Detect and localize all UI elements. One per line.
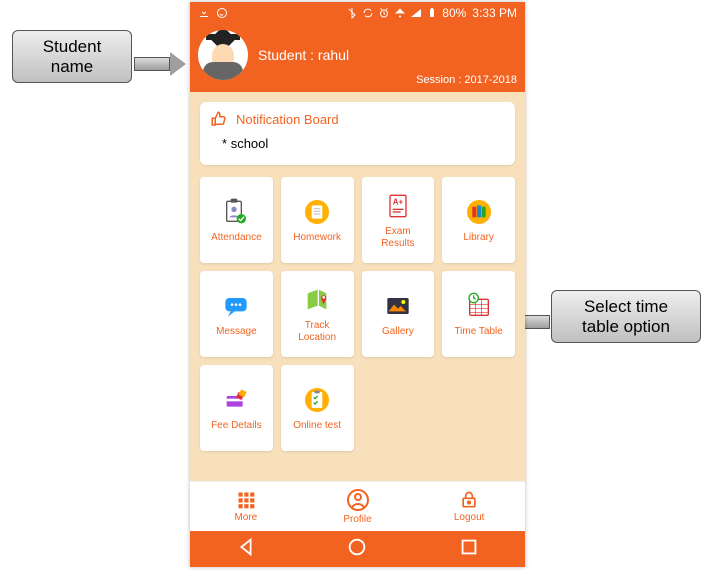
android-navbar <box>190 531 525 567</box>
arrow-left <box>134 52 186 76</box>
tile-attendance[interactable]: Attendance <box>200 177 273 263</box>
logout-tab[interactable]: Logout <box>413 482 525 531</box>
notif-text: school <box>231 136 269 151</box>
tile-label: Homework <box>293 232 341 244</box>
callout-text: Select time table option <box>582 297 670 336</box>
tile-timetable[interactable]: Time Table <box>442 271 515 357</box>
fee-icon <box>220 384 252 416</box>
tile-label: Fee Details <box>211 420 262 432</box>
phone-frame: 80% 3:33 PM Student : rahul Session : 20… <box>190 2 525 567</box>
alarm-icon <box>378 7 390 19</box>
sync-icon <box>362 7 374 19</box>
test-icon <box>301 384 333 416</box>
tile-exam[interactable]: A+ Exam Results <box>362 177 435 263</box>
tile-homework[interactable]: Homework <box>281 177 354 263</box>
callout-student-name: Student name <box>12 30 132 83</box>
track-icon <box>301 284 333 316</box>
clock-time: 3:33 PM <box>472 6 517 20</box>
notif-bullet: * <box>222 136 227 151</box>
tile-label: Gallery <box>382 326 414 338</box>
more-tab[interactable]: More <box>190 482 302 531</box>
tile-grid: Attendance Homework A+ Exam Results Library M… <box>200 177 515 451</box>
home-button[interactable] <box>346 536 368 563</box>
more-label: More <box>234 512 257 523</box>
callout-time-table: Select time table option <box>551 290 701 343</box>
message-icon <box>220 290 252 322</box>
tile-test[interactable]: Online test <box>281 365 354 451</box>
thumbs-up-icon <box>210 110 228 128</box>
notification-board[interactable]: Notification Board * school <box>200 102 515 165</box>
tile-library[interactable]: Library <box>442 177 515 263</box>
statusbar: 80% 3:33 PM <box>190 2 525 24</box>
tile-track[interactable]: Track Location <box>281 271 354 357</box>
library-icon <box>463 196 495 228</box>
recent-button[interactable] <box>458 536 480 563</box>
callout-text: Student name <box>43 37 102 76</box>
content-area: Notification Board * school Attendance Ho… <box>190 92 525 481</box>
tile-label: Exam Results <box>381 226 414 250</box>
profile-icon <box>346 488 370 512</box>
tile-label: Library <box>463 232 494 244</box>
header: Student : rahul Session : 2017-2018 <box>190 24 525 92</box>
exam-icon: A+ <box>382 190 414 222</box>
tile-label: Message <box>216 326 257 338</box>
tile-label: Time Table <box>454 326 502 338</box>
homework-icon <box>301 196 333 228</box>
session-label: Session : 2017-2018 <box>416 74 517 86</box>
bluetooth-icon <box>346 7 358 19</box>
download-icon <box>198 7 210 19</box>
tile-message[interactable]: Message <box>200 271 273 357</box>
tile-fee[interactable]: Fee Details <box>200 365 273 451</box>
profile-tab[interactable]: Profile <box>302 482 414 531</box>
avatar[interactable] <box>198 30 248 80</box>
tile-label: Attendance <box>211 232 262 244</box>
bottom-bar: More Profile Logout <box>190 481 525 531</box>
attendance-icon <box>220 196 252 228</box>
student-name: Student : rahul <box>258 47 349 63</box>
battery-icon <box>426 7 438 19</box>
notification-title: Notification Board <box>236 112 339 127</box>
timetable-icon <box>463 290 495 322</box>
logout-label: Logout <box>454 512 485 523</box>
tile-label: Online test <box>293 420 341 432</box>
wifi-icon <box>394 7 406 19</box>
whatsapp-icon <box>216 7 228 19</box>
svg-text:A+: A+ <box>393 198 404 207</box>
tile-gallery[interactable]: Gallery <box>362 271 435 357</box>
signal-icon <box>410 7 422 19</box>
tile-label: Track Location <box>298 320 336 344</box>
lock-icon <box>459 490 479 510</box>
battery-percent: 80% <box>442 6 466 20</box>
gallery-icon <box>382 290 414 322</box>
back-button[interactable] <box>235 536 257 563</box>
grid-icon <box>236 490 256 510</box>
profile-label: Profile <box>343 514 371 525</box>
